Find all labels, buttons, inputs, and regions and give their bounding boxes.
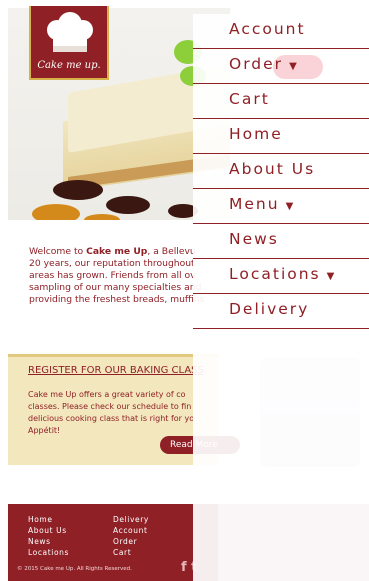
class-text-line: delicious cooking class that is right fo… xyxy=(28,414,195,423)
class-text-line: Appétit! xyxy=(28,426,61,435)
menu-item-label: News xyxy=(229,230,279,248)
menu-item-news[interactable]: News xyxy=(193,224,369,259)
menu-item-label: Cart xyxy=(229,90,270,108)
caret-down-icon: ▼ xyxy=(289,61,297,72)
menu-item-menu[interactable]: Menu ▼ xyxy=(193,189,369,224)
menu-item-order[interactable]: Order ▼ xyxy=(193,49,369,84)
footer-link-home[interactable]: Home xyxy=(28,514,69,525)
menu-item-label: Order ▼ xyxy=(229,55,297,73)
menu-item-cart[interactable]: Cart xyxy=(193,84,369,119)
intro-brand: Cake me Up xyxy=(86,246,148,257)
intro-paragraph: Welcome to Cake me Up, a Bellevu 20 year… xyxy=(29,246,219,306)
footer-link-order[interactable]: Order xyxy=(113,536,149,547)
intro-text: 20 years, our reputation throughout xyxy=(29,258,195,269)
copyright-text: © 2015 Cake me Up. All Rights Reserved. xyxy=(17,566,132,572)
slide-out-menu: Account Order ▼ Cart Home About Us Menu ▼ … xyxy=(193,14,369,581)
footer-links-col-1: Home About Us News Locations xyxy=(28,514,69,558)
menu-item-label: Home xyxy=(229,125,283,143)
menu-item-label: Account xyxy=(229,20,306,38)
caramel-drop xyxy=(32,204,80,220)
menu-item-account[interactable]: Account xyxy=(193,14,369,49)
caramel-drop xyxy=(84,214,120,220)
menu-item-label: Menu ▼ xyxy=(229,195,294,213)
chocolate-drop xyxy=(106,196,150,214)
chocolate-drop xyxy=(53,180,103,200)
menu-item-locations[interactable]: Locations ▼ xyxy=(193,259,369,294)
footer-link-about-us[interactable]: About Us xyxy=(28,525,69,536)
menu-item-delivery[interactable]: Delivery xyxy=(193,294,369,329)
baking-class-section: REGISTER FOR OUR BAKING CLASS Cake me Up… xyxy=(8,354,240,465)
menu-item-label: About Us xyxy=(229,160,316,178)
caret-down-icon: ▼ xyxy=(285,201,294,212)
logo-text: Cake me up. xyxy=(37,60,101,71)
class-text-line: Cake me Up offers a great variety of co xyxy=(28,390,186,399)
footer-link-locations[interactable]: Locations xyxy=(28,547,69,558)
baking-class-text: Cake me Up offers a great variety of co … xyxy=(28,389,218,437)
footer-link-delivery[interactable]: Delivery xyxy=(113,514,149,525)
baking-class-title[interactable]: REGISTER FOR OUR BAKING CLASS xyxy=(28,365,204,376)
footer-links-col-2: Delivery Account Order Cart xyxy=(113,514,149,558)
intro-text: , a Bellevu xyxy=(147,246,196,257)
caret-down-icon: ▼ xyxy=(326,271,335,282)
logo[interactable]: Cake me up. xyxy=(29,6,109,80)
intro-text: sampling of our many specialties and xyxy=(29,282,202,293)
footer: Home About Us News Locations Delivery Ac… xyxy=(8,504,218,581)
footer-link-news[interactable]: News xyxy=(28,536,69,547)
intro-text: areas has grown. Friends from all ov xyxy=(29,270,196,281)
menu-item-label: Locations ▼ xyxy=(229,265,335,283)
footer-link-cart[interactable]: Cart xyxy=(113,547,149,558)
chef-hat-icon xyxy=(47,12,93,52)
menu-item-label: Delivery xyxy=(229,300,310,318)
menu-item-home[interactable]: Home xyxy=(193,119,369,154)
menu-item-about-us[interactable]: About Us xyxy=(193,154,369,189)
intro-text: providing the freshest breads, muffins xyxy=(29,294,205,305)
footer-link-account[interactable]: Account xyxy=(113,525,149,536)
class-text-line: classes. Please check our schedule to fi… xyxy=(28,402,192,411)
intro-text: Welcome to xyxy=(29,246,87,257)
